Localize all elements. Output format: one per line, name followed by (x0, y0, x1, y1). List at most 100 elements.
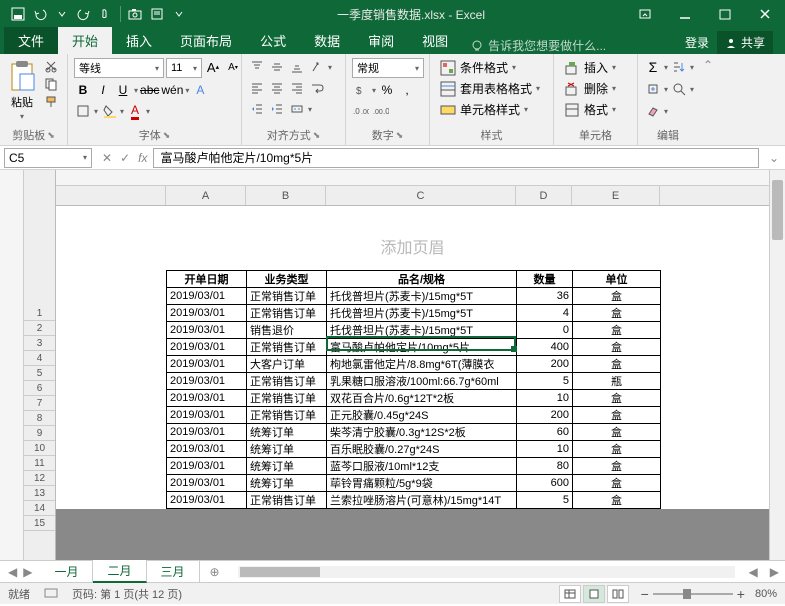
table-cell[interactable]: 5 (517, 492, 573, 509)
table-cell[interactable]: 2019/03/01 (167, 458, 247, 475)
align-left-icon[interactable] (248, 79, 266, 97)
table-cell[interactable]: 正元胶囊/0.45g*24S (327, 407, 517, 424)
clear-icon[interactable] (644, 102, 662, 120)
row-header[interactable]: 7 (24, 396, 55, 411)
table-cell[interactable]: 正常销售订单 (247, 407, 327, 424)
table-cell[interactable]: 2019/03/01 (167, 441, 247, 458)
table-cell[interactable]: 600 (517, 475, 573, 492)
dialog-launcher-icon[interactable]: ⬊ (313, 130, 321, 141)
zoom-out-button[interactable]: − (641, 586, 649, 602)
row-header[interactable]: 4 (24, 351, 55, 366)
table-cell[interactable]: 400 (517, 339, 573, 356)
sheet-tab-3[interactable]: 三月 (147, 561, 200, 582)
table-cell[interactable]: 盒 (573, 475, 661, 492)
table-cell[interactable]: 富马酸卢帕他定片/10mg*5片 (327, 339, 517, 356)
font-size-select[interactable]: 11▾ (166, 58, 202, 78)
table-cell[interactable]: 2019/03/01 (167, 288, 247, 305)
table-cell[interactable]: 乳果糖口服溶液/100ml:66.7g*60ml (327, 373, 517, 390)
table-cell[interactable]: 盒 (573, 356, 661, 373)
table-cell[interactable]: 盒 (573, 458, 661, 475)
properties-icon[interactable] (147, 4, 167, 24)
decrease-decimal-icon[interactable]: .00.0 (372, 102, 390, 120)
underline-button[interactable]: U (114, 81, 132, 99)
login-link[interactable]: 登录 (685, 34, 709, 51)
save-icon[interactable] (8, 4, 28, 24)
tab-view[interactable]: 视图 (408, 27, 462, 54)
grow-font-icon[interactable]: A▴ (204, 58, 222, 76)
cut-icon[interactable] (42, 58, 60, 74)
table-cell[interactable]: 荜铃胃痛颗粒/5g*9袋 (327, 475, 517, 492)
table-header[interactable]: 开单日期 (167, 271, 247, 288)
table-cell[interactable]: 盒 (573, 339, 661, 356)
table-cell[interactable]: 正常销售订单 (247, 339, 327, 356)
table-header[interactable]: 品名/规格 (327, 271, 517, 288)
align-top-icon[interactable] (248, 58, 266, 76)
table-cell[interactable]: 60 (517, 424, 573, 441)
table-cell[interactable]: 盒 (573, 322, 661, 339)
page-layout-view-icon[interactable] (583, 585, 605, 603)
table-cell[interactable]: 柴芩清宁胶囊/0.3g*12S*2板 (327, 424, 517, 441)
fill-icon[interactable] (644, 80, 662, 98)
table-cell[interactable]: 统筹订单 (247, 424, 327, 441)
hsb-right-icon[interactable]: ▶ (764, 565, 785, 579)
table-cell[interactable]: 枸地氯雷他定片/8.8mg*6T(薄膜衣 (327, 356, 517, 373)
table-cell[interactable]: 2019/03/01 (167, 492, 247, 509)
table-cell[interactable]: 5 (517, 373, 573, 390)
align-bottom-icon[interactable] (288, 58, 306, 76)
row-header[interactable]: 8 (24, 411, 55, 426)
minimize-icon[interactable] (665, 0, 705, 28)
undo-icon[interactable] (30, 4, 50, 24)
table-cell[interactable]: 36 (517, 288, 573, 305)
row-header[interactable]: 11 (24, 456, 55, 471)
table-cell[interactable]: 4 (517, 305, 573, 322)
page-break-view-icon[interactable] (607, 585, 629, 603)
expand-formula-icon[interactable]: ⌄ (763, 151, 785, 165)
border-button[interactable] (74, 102, 92, 120)
row-header[interactable]: 14 (24, 501, 55, 516)
fill-color-button[interactable] (100, 102, 118, 120)
redo-icon[interactable] (74, 4, 94, 24)
format-painter-icon[interactable] (42, 94, 60, 110)
accounting-format-icon[interactable]: $ (352, 81, 370, 99)
table-cell[interactable]: 蓝芩口服液/10ml*12支 (327, 458, 517, 475)
zoom-slider[interactable] (653, 593, 733, 595)
shrink-font-icon[interactable]: A▾ (224, 58, 242, 76)
dialog-launcher-icon[interactable]: ⬊ (163, 130, 171, 141)
row-header[interactable]: 13 (24, 486, 55, 501)
table-cell[interactable]: 盒 (573, 305, 661, 322)
increase-decimal-icon[interactable]: .0.00 (352, 102, 370, 120)
normal-view-icon[interactable] (559, 585, 581, 603)
row-header[interactable]: 10 (24, 441, 55, 456)
table-header[interactable]: 业务类型 (247, 271, 327, 288)
table-header[interactable]: 单位 (573, 271, 661, 288)
find-icon[interactable] (670, 80, 688, 98)
row-header[interactable]: 12 (24, 471, 55, 486)
column-header[interactable]: B (246, 186, 326, 205)
row-header[interactable]: 15 (24, 516, 55, 531)
table-cell[interactable]: 瓶 (573, 373, 661, 390)
table-cell[interactable]: 80 (517, 458, 573, 475)
increase-indent-icon[interactable] (268, 100, 286, 118)
table-cell[interactable]: 2019/03/01 (167, 356, 247, 373)
align-center-icon[interactable] (268, 79, 286, 97)
table-header[interactable]: 数量 (517, 271, 573, 288)
row-header[interactable]: 9 (24, 426, 55, 441)
ribbon-options-icon[interactable] (625, 0, 665, 28)
scrollbar-thumb[interactable] (240, 567, 320, 577)
copy-icon[interactable] (42, 76, 60, 92)
qat-menu-icon[interactable] (169, 4, 189, 24)
table-cell[interactable]: 2019/03/01 (167, 339, 247, 356)
table-cell[interactable]: 统筹订单 (247, 475, 327, 492)
format-cells-button[interactable]: 格式▾ (560, 100, 620, 119)
comma-format-icon[interactable]: , (398, 81, 416, 99)
table-cell[interactable]: 正常销售订单 (247, 492, 327, 509)
table-cell[interactable]: 10 (517, 441, 573, 458)
zoom-value[interactable]: 80% (755, 588, 777, 600)
table-cell[interactable]: 盒 (573, 288, 661, 305)
row-header[interactable]: 5 (24, 366, 55, 381)
table-cell[interactable]: 2019/03/01 (167, 475, 247, 492)
zoom-in-button[interactable]: + (737, 586, 745, 602)
italic-button[interactable]: I (94, 81, 112, 99)
conditional-format-button[interactable]: 条件格式▾ (436, 58, 520, 77)
table-cell[interactable]: 双花百合片/0.6g*12T*2板 (327, 390, 517, 407)
